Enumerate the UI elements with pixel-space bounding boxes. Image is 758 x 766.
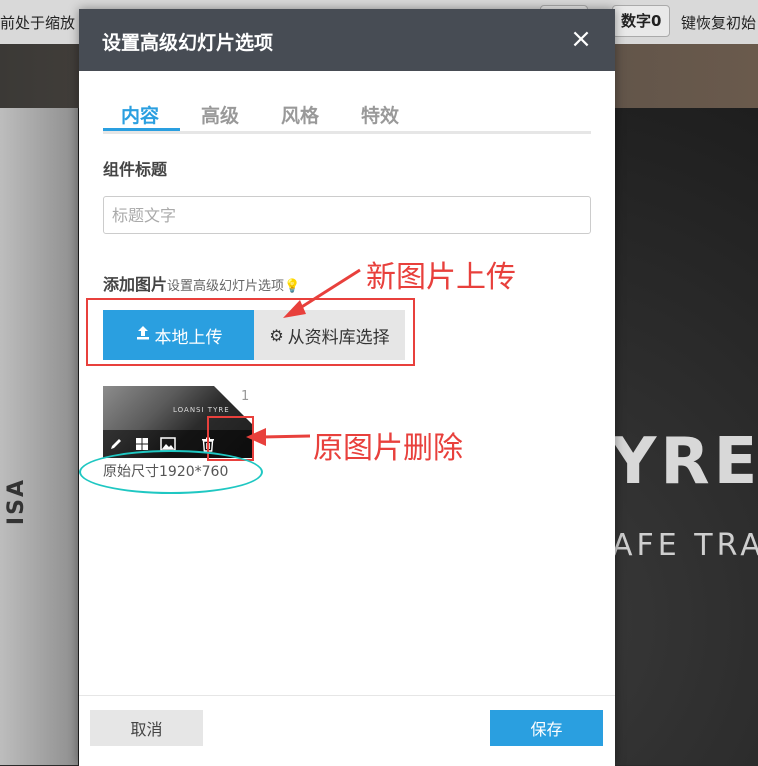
arrow-delete-original	[246, 428, 311, 446]
arrow-new-upload	[283, 268, 361, 318]
annotation-arrows	[246, 268, 361, 446]
